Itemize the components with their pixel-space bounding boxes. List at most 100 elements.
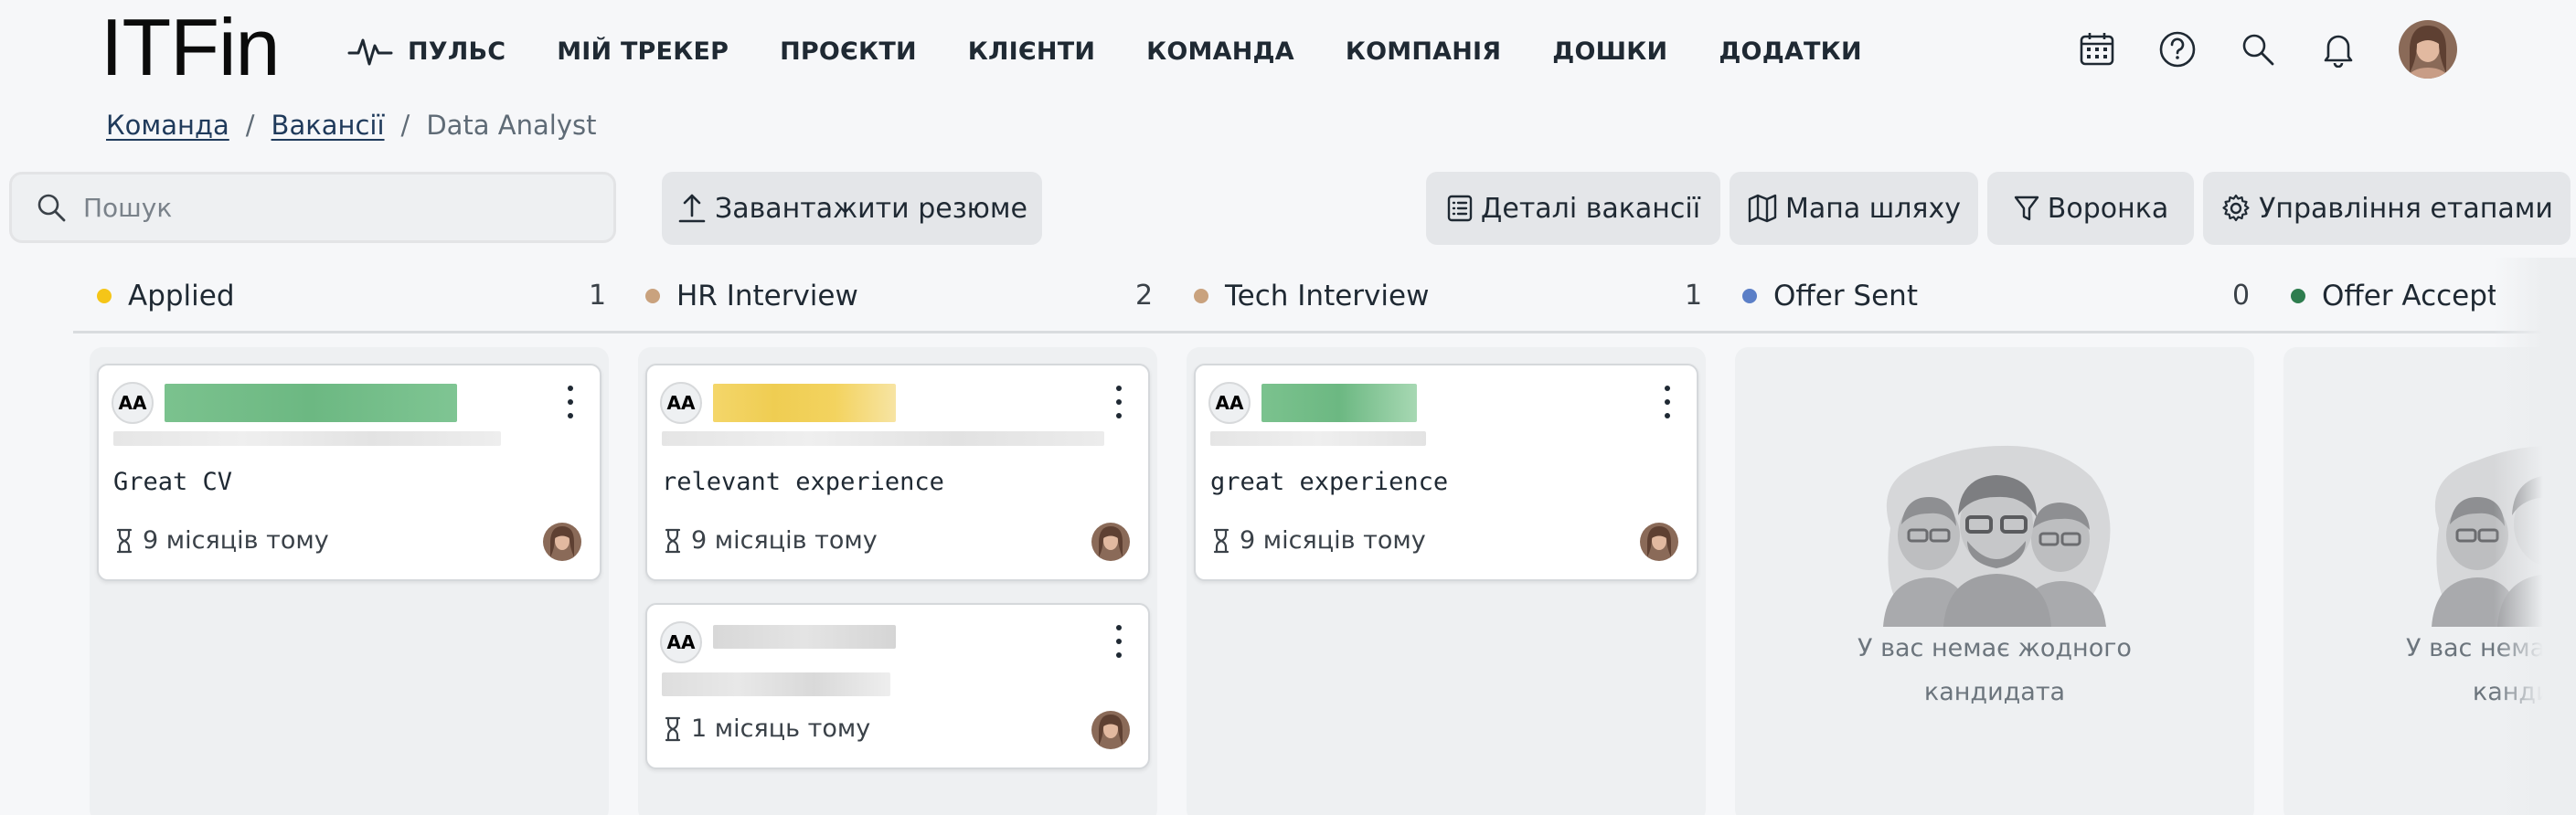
user-avatar[interactable] — [2399, 20, 2457, 79]
funnel-button[interactable]: Воронка — [1987, 172, 2194, 245]
nav-label: ПУЛЬС — [408, 37, 506, 66]
nav-label: ДОДАТКИ — [1719, 37, 1862, 66]
upload-resume-button[interactable]: Завантажити резюме — [662, 172, 1042, 245]
empty-state-illustration — [1883, 445, 2111, 627]
upload-icon — [678, 194, 706, 223]
column-title: Offer Sent — [1773, 280, 1918, 312]
candidate-card[interactable]: AA 1 місяць тому — [645, 603, 1150, 769]
candidate-note: great experience — [1210, 468, 1449, 496]
breadcrumb-current: Data Analyst — [426, 110, 597, 141]
card-menu-button[interactable] — [1115, 386, 1123, 418]
stage-dot — [97, 289, 112, 303]
nav-label: ПРОЄКТИ — [780, 37, 917, 66]
column-title: Tech Interview — [1225, 280, 1430, 312]
card-menu-button[interactable] — [1115, 625, 1123, 658]
columns-divider — [73, 331, 2576, 333]
candidate-initials: AA — [1208, 382, 1251, 424]
card-time-label: 9 місяців тому — [691, 526, 878, 555]
help-button[interactable] — [2154, 26, 2201, 73]
card-time-label: 9 місяців тому — [1240, 526, 1426, 555]
candidate-name-redacted — [713, 625, 896, 649]
vacancy-details-label: Деталі вакансії — [1480, 192, 1701, 225]
column-count: 2 — [1135, 280, 1154, 312]
column-header-tech-interview: Tech Interview — [1194, 276, 1429, 316]
candidate-name-redacted — [165, 384, 457, 422]
stage-dot — [645, 289, 660, 303]
filter-icon — [2014, 196, 2038, 221]
search-icon — [2242, 34, 2274, 66]
candidate-meta-redacted — [662, 431, 1104, 446]
column-count: 1 — [589, 280, 607, 312]
column-header-hr-interview: HR Interview — [645, 276, 858, 316]
hourglass-icon — [665, 716, 681, 741]
notifications-button[interactable] — [2315, 26, 2362, 73]
recruiter-avatar — [1091, 523, 1130, 561]
column-title: Applied — [128, 280, 235, 312]
column-header-applied: Applied — [97, 276, 235, 316]
candidate-initials: AA — [112, 382, 154, 424]
candidate-card[interactable]: AA relevant experience 9 місяців тому — [645, 364, 1150, 581]
candidate-initials: AA — [660, 382, 702, 424]
column-count: 1 — [1685, 280, 1703, 312]
column-title: Offer Accepted — [2322, 280, 2496, 312]
calendar-icon — [2080, 33, 2114, 66]
app-logo[interactable]: ITFin — [101, 7, 280, 88]
roadmap-label: Мапа шляху — [1785, 192, 1961, 225]
top-header: ITFin ПУЛЬС МІЙ ТРЕКЕР ПРОЄКТИ КЛІЄНТИ К… — [0, 0, 2576, 102]
candidate-note: relevant experience — [662, 468, 944, 496]
search-icon — [37, 194, 66, 222]
main-nav: ПУЛЬС МІЙ ТРЕКЕР ПРОЄКТИ КЛІЄНТИ КОМАНДА… — [347, 31, 1913, 71]
breadcrumb-separator: / — [400, 110, 410, 141]
nav-item-clients[interactable]: КЛІЄНТИ — [968, 37, 1095, 66]
card-time-label: 9 місяців тому — [143, 526, 329, 555]
list-details-icon — [1447, 195, 1473, 222]
search-input[interactable] — [83, 192, 577, 223]
scroll-fade-overlay — [2494, 258, 2576, 815]
nav-item-team[interactable]: КОМАНДА — [1146, 37, 1294, 66]
manage-stages-button[interactable]: Управління етапами — [2203, 172, 2571, 245]
empty-state-line: У вас немає жодного — [1857, 634, 2132, 662]
candidate-card[interactable]: AA great experience 9 місяців тому — [1194, 364, 1698, 581]
nav-label: ДОШКИ — [1552, 37, 1668, 66]
candidate-name-redacted — [1261, 384, 1417, 422]
column-header-offer-accepted: Offer Accepted — [2291, 276, 2496, 316]
candidate-meta-redacted — [662, 672, 890, 696]
gear-icon — [2222, 194, 2250, 222]
funnel-label: Воронка — [2047, 192, 2169, 225]
nav-item-pulse[interactable]: ПУЛЬС — [347, 33, 506, 69]
card-time: 1 місяць тому — [664, 714, 870, 743]
recruiter-avatar — [1091, 711, 1130, 749]
card-menu-button[interactable] — [1664, 386, 1671, 418]
breadcrumb-vacancies-link[interactable]: Вакансії — [271, 110, 385, 141]
help-icon — [2159, 31, 2196, 68]
nav-label: КОМАНДА — [1146, 37, 1294, 66]
empty-state-text: У вас немає жодного кандидата — [1735, 627, 2254, 714]
nav-label: КОМПАНІЯ — [1345, 37, 1502, 66]
card-time: 9 місяців тому — [1212, 526, 1426, 555]
vacancy-details-button[interactable]: Деталі вакансії — [1426, 172, 1720, 245]
card-menu-button[interactable] — [567, 386, 574, 418]
empty-state-line: кандидата — [1923, 678, 2066, 706]
nav-item-my-tracker[interactable]: МІЙ ТРЕКЕР — [557, 37, 729, 66]
card-time: 9 місяців тому — [115, 526, 329, 555]
manage-stages-label: Управління етапами — [2259, 192, 2553, 225]
column-header-offer-sent: Offer Sent — [1742, 276, 1918, 316]
roadmap-button[interactable]: Мапа шляху — [1730, 172, 1978, 245]
card-time: 9 місяців тому — [664, 526, 878, 555]
pulse-icon — [347, 38, 393, 66]
nav-item-boards[interactable]: ДОШКИ — [1552, 37, 1667, 66]
header-actions — [2073, 20, 2457, 79]
nav-item-projects[interactable]: ПРОЄКТИ — [780, 37, 917, 66]
calendar-button[interactable] — [2073, 26, 2121, 73]
hourglass-icon — [665, 528, 681, 553]
nav-item-apps[interactable]: ДОДАТКИ — [1719, 37, 1861, 66]
candidate-card[interactable]: AA Great CV 9 місяців тому — [97, 364, 601, 581]
column-count: 0 — [2232, 280, 2251, 312]
nav-item-company[interactable]: КОМПАНІЯ — [1346, 37, 1501, 66]
nav-label: КЛІЄНТИ — [967, 37, 1096, 66]
breadcrumb-separator: / — [245, 110, 255, 141]
breadcrumb-team-link[interactable]: Команда — [106, 110, 229, 141]
global-search-button[interactable] — [2234, 26, 2282, 73]
stage-dot — [1194, 289, 1208, 303]
search-box — [9, 172, 616, 243]
